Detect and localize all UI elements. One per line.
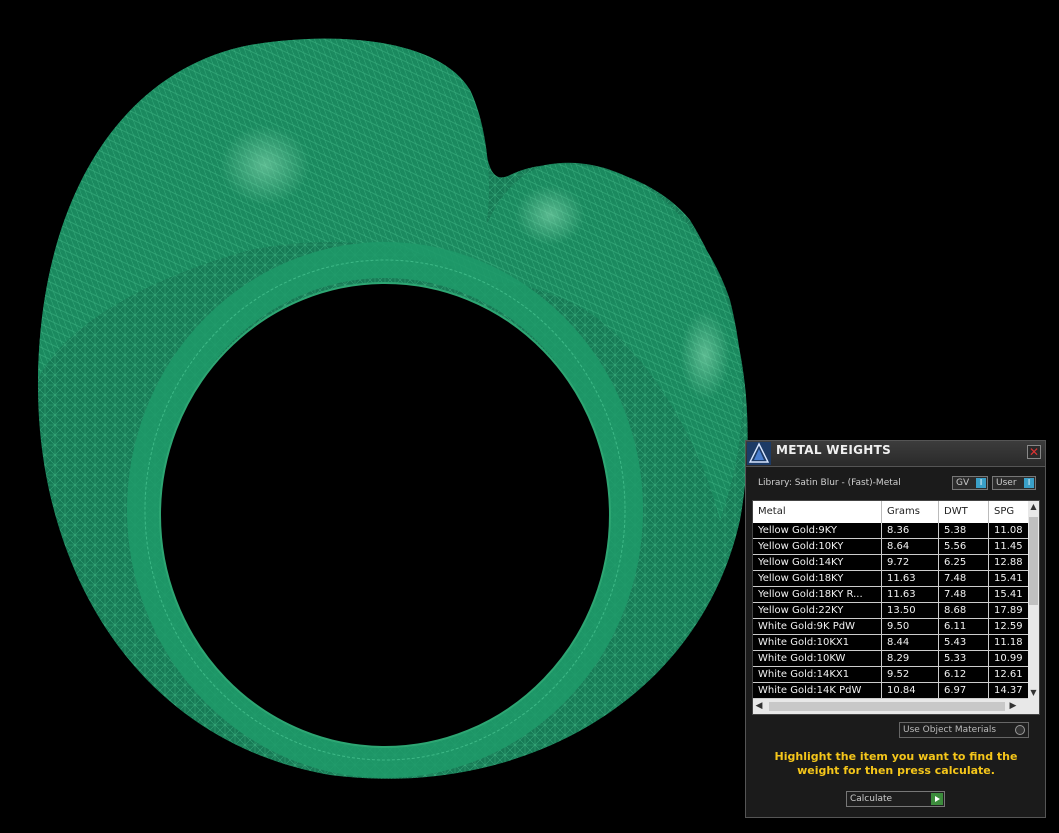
user-toggle[interactable]: User I	[992, 476, 1036, 490]
table-cell: Yellow Gold:14KY	[753, 555, 882, 570]
instructions-text: Highlight the item you want to find the …	[774, 750, 1018, 777]
table-cell: 5.33	[939, 651, 989, 666]
table-cell: 8.29	[882, 651, 939, 666]
table-cell: Yellow Gold:9KY	[753, 523, 882, 538]
table-cell: Yellow Gold:22KY	[753, 603, 882, 618]
gv-toggle-label: GV	[956, 478, 970, 488]
table-cell: 10.84	[882, 683, 939, 698]
table-cell: White Gold:10KX1	[753, 635, 882, 650]
table-cell: 8.64	[882, 539, 939, 554]
table-row[interactable]: Yellow Gold:9KY 8.36 5.38 11.08	[753, 523, 1029, 539]
app-icon	[747, 442, 771, 465]
table-cell: White Gold:14K PdW	[753, 683, 882, 698]
scroll-right-icon[interactable]: ▶	[1007, 699, 1019, 714]
table-cell: Yellow Gold:18KY	[753, 571, 882, 586]
table-row[interactable]: Yellow Gold:18KY R... 11.63 7.48 15.41	[753, 587, 1029, 603]
table-cell: 6.11	[939, 619, 989, 634]
table-row[interactable]: White Gold:9K PdW 9.50 6.11 12.59	[753, 619, 1029, 635]
radio-icon[interactable]	[1015, 725, 1025, 735]
table-cell: White Gold:10KW	[753, 651, 882, 666]
panel-title: METAL WEIGHTS	[776, 443, 892, 457]
table-body: Yellow Gold:9KY 8.36 5.38 11.08 Yellow Gold:…	[753, 523, 1029, 699]
column-header-metal[interactable]: Metal	[753, 501, 882, 523]
table-cell: 13.50	[882, 603, 939, 618]
gv-toggle[interactable]: GV I	[952, 476, 988, 490]
horizontal-scrollbar[interactable]: ◀ ▶	[753, 699, 1039, 714]
vertical-scroll-thumb[interactable]	[1029, 517, 1038, 605]
table-cell: Yellow Gold:10KY	[753, 539, 882, 554]
panel-titlebar[interactable]: METAL WEIGHTS ✕	[746, 441, 1045, 467]
column-header-dwt[interactable]: DWT	[939, 501, 989, 523]
scroll-left-icon[interactable]: ◀	[753, 699, 765, 714]
table-cell: 5.43	[939, 635, 989, 650]
table-row[interactable]: White Gold:10KW 8.29 5.33 10.99	[753, 651, 1029, 667]
metal-weights-panel: METAL WEIGHTS ✕ Library: Satin Blur - (F…	[745, 440, 1046, 818]
library-label: Library: Satin Blur - (Fast)-Metal	[758, 478, 901, 488]
vertical-scrollbar[interactable]: ▲ ▼	[1028, 501, 1039, 699]
user-toggle-label: User	[996, 478, 1017, 488]
table-row[interactable]: White Gold:14K PdW 10.84 6.97 14.37	[753, 683, 1029, 699]
table-cell: 11.63	[882, 571, 939, 586]
table-cell: 8.36	[882, 523, 939, 538]
table-cell: 11.63	[882, 587, 939, 602]
user-toggle-knob: I	[1024, 478, 1034, 488]
table-row[interactable]: White Gold:14KX1 9.52 6.12 12.61	[753, 667, 1029, 683]
table-row[interactable]: Yellow Gold:10KY 8.64 5.56 11.45	[753, 539, 1029, 555]
table-cell: 8.44	[882, 635, 939, 650]
metal-weights-table[interactable]: Metal Grams DWT SPG Yellow Gold:9KY 8.36 5…	[752, 500, 1040, 715]
table-row[interactable]: Yellow Gold:14KY 9.72 6.25 12.88	[753, 555, 1029, 571]
table-row[interactable]: White Gold:10KX1 8.44 5.43 11.18	[753, 635, 1029, 651]
table-cell: 7.48	[939, 587, 989, 602]
table-cell: 5.56	[939, 539, 989, 554]
table-cell: 9.72	[882, 555, 939, 570]
table-cell: 6.12	[939, 667, 989, 682]
table-row[interactable]: Yellow Gold:18KY 11.63 7.48 15.41	[753, 571, 1029, 587]
table-header: Metal Grams DWT SPG	[753, 501, 1029, 523]
table-cell: 6.25	[939, 555, 989, 570]
table-cell: Yellow Gold:18KY R...	[753, 587, 882, 602]
play-icon[interactable]	[931, 793, 943, 805]
table-cell: 8.68	[939, 603, 989, 618]
horizontal-scroll-thumb[interactable]	[769, 702, 1005, 711]
close-icon[interactable]: ✕	[1027, 445, 1041, 459]
table-row[interactable]: Yellow Gold:22KY 13.50 8.68 17.89	[753, 603, 1029, 619]
table-cell: White Gold:14KX1	[753, 667, 882, 682]
column-header-grams[interactable]: Grams	[882, 501, 939, 523]
scroll-up-icon[interactable]: ▲	[1028, 501, 1039, 513]
table-cell: White Gold:9K PdW	[753, 619, 882, 634]
table-cell: 5.38	[939, 523, 989, 538]
calculate-label: Calculate	[850, 794, 893, 804]
scroll-down-icon[interactable]: ▼	[1028, 687, 1039, 699]
table-cell: 9.50	[882, 619, 939, 634]
table-cell: 9.52	[882, 667, 939, 682]
gv-toggle-knob: I	[976, 478, 986, 488]
calculate-button[interactable]: Calculate	[846, 791, 945, 807]
table-cell: 6.97	[939, 683, 989, 698]
use-object-materials-label: Use Object Materials	[903, 725, 997, 735]
use-object-materials-option[interactable]: Use Object Materials	[899, 722, 1029, 738]
column-header-spg[interactable]: SPG	[989, 501, 1029, 523]
table-cell: 7.48	[939, 571, 989, 586]
